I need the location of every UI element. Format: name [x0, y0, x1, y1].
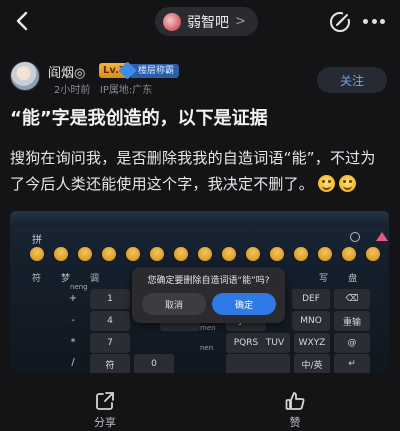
- dialog-confirm-button: 确定: [212, 293, 276, 315]
- post-meta: 2小时前 IP属地:广东: [54, 81, 152, 96]
- key-7: 7: [90, 333, 130, 353]
- key-def: DEF: [292, 289, 330, 309]
- key-4: 4: [90, 311, 130, 331]
- keyboard-toolbar: 拼: [10, 227, 389, 247]
- forum-name: 弱智吧: [187, 14, 229, 31]
- key-reset: 重输: [334, 311, 370, 331]
- dialog-cancel-button: 取消: [142, 293, 206, 315]
- author-name[interactable]: 阎烟◎: [48, 62, 85, 81]
- key-enter: ↵: [334, 354, 370, 373]
- key-delete: ⌫: [334, 289, 370, 309]
- share-button[interactable]: 分享: [80, 390, 130, 430]
- like-label: 赞: [289, 416, 301, 429]
- pinyin-hint: neng: [70, 283, 88, 291]
- like-button[interactable]: 赞: [270, 390, 320, 430]
- dialog-message: 您确定要删除自造词语“能”吗?: [147, 276, 270, 286]
- title-badge: 楼层称霸: [118, 61, 180, 80]
- action-bar: 分享 赞: [0, 390, 400, 431]
- top-bar: 弱智吧 >: [0, 0, 400, 44]
- chevron-right-icon: >: [235, 14, 246, 29]
- key-1: 1: [90, 289, 130, 309]
- edit-icon[interactable]: [328, 10, 352, 34]
- pinyin-hint-men: men: [200, 324, 216, 332]
- post-time: 2小时前: [54, 85, 91, 96]
- send-icon: [376, 232, 388, 241]
- ip-location: IP属地:广东: [99, 85, 153, 96]
- key-space: [226, 354, 290, 373]
- delete-word-dialog: 您确定要删除自造词语“能”吗? 取消 确定: [132, 267, 285, 323]
- emoji-toggle-icon: [350, 232, 360, 242]
- key-at: @: [334, 333, 370, 353]
- key-symbols: 符: [90, 354, 130, 373]
- smile-emoji-icon: [318, 175, 336, 192]
- avatar[interactable]: [10, 61, 40, 91]
- share-label: 分享: [94, 416, 116, 429]
- forum-avatar: [163, 12, 181, 31]
- pinyin-hint-nen: nen: [200, 344, 214, 352]
- keyboard-mode: 拼: [32, 235, 42, 246]
- key-tuv: TUV: [260, 333, 290, 353]
- share-icon: [96, 392, 114, 410]
- key-0: 0: [134, 354, 174, 373]
- more-icon[interactable]: [363, 19, 385, 25]
- post-image[interactable]: 拼 符 梦 调 写 盘 neng + - * / 1 DEF ⌫ 4 GHI J…: [10, 211, 389, 373]
- thumbs-up-icon: [285, 392, 305, 410]
- post-body: 搜狗在询问我，是否删除我我的自造词语“能”，不过为了今后人类还能使用这个字，我决…: [10, 145, 388, 197]
- follow-button[interactable]: 关注: [317, 67, 387, 93]
- key-mno: MNO: [292, 311, 330, 331]
- image-background: [10, 211, 389, 227]
- smile-emoji-icon: [339, 175, 357, 192]
- post-title: “能”字是我创造的，以下是证据: [10, 108, 268, 129]
- key-wxyz: WXYZ: [294, 333, 330, 353]
- back-arrow-icon[interactable]: [12, 10, 32, 32]
- key-lang: 中/英: [294, 354, 330, 373]
- emoji-row: [30, 247, 380, 267]
- forum-pill[interactable]: 弱智吧 >: [155, 7, 258, 36]
